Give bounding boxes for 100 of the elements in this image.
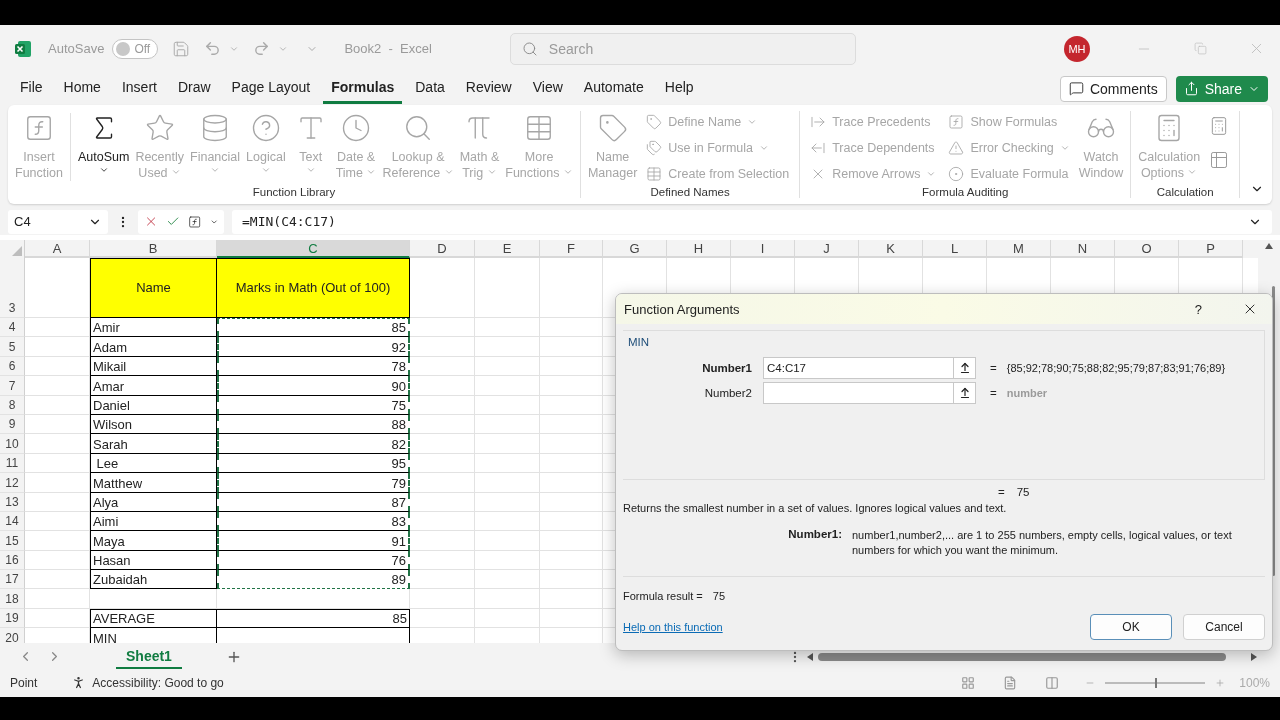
menu-tab[interactable]: File: [12, 73, 51, 104]
column-header[interactable]: J: [795, 240, 859, 258]
grid-cell[interactable]: [25, 589, 90, 609]
grid-cell[interactable]: [540, 492, 603, 512]
column-header[interactable]: N: [1051, 240, 1115, 258]
menu-tab[interactable]: View: [524, 73, 571, 104]
share-button[interactable]: Share: [1175, 75, 1268, 102]
accessibility-status[interactable]: Accessibility: Good to go: [92, 675, 224, 690]
grid-cell[interactable]: [540, 589, 603, 609]
formula-field[interactable]: =MIN(C4:C17): [232, 209, 1272, 234]
column-header[interactable]: K: [859, 240, 923, 258]
menu-tab[interactable]: Home: [55, 73, 109, 104]
scroll-right-icon[interactable]: [1250, 651, 1258, 662]
grid-cell[interactable]: [475, 337, 540, 357]
grid-cell[interactable]: [410, 550, 475, 571]
grid-cell[interactable]: [540, 318, 603, 338]
grid-cell[interactable]: [475, 356, 540, 377]
grid-cell[interactable]: [540, 473, 603, 493]
name-box[interactable]: C4: [8, 209, 108, 234]
grid-cell[interactable]: [475, 570, 540, 590]
sheet-tab[interactable]: Sheet1: [116, 644, 182, 669]
page-layout-icon[interactable]: [1003, 675, 1018, 690]
grid-cell[interactable]: [410, 608, 475, 629]
restore-icon[interactable]: [1193, 42, 1207, 55]
column-header[interactable]: H: [667, 240, 731, 258]
argument-field[interactable]: [763, 381, 976, 404]
grid-cell[interactable]: [410, 589, 475, 609]
redo-icon[interactable]: [253, 40, 271, 57]
grid-cell[interactable]: [410, 356, 475, 377]
grid-cell[interactable]: [410, 337, 475, 357]
normal-view-icon[interactable]: [961, 675, 976, 690]
grid-cell[interactable]: [540, 395, 603, 415]
grid-cell[interactable]: [410, 453, 475, 474]
grid-cell[interactable]: [475, 414, 540, 435]
grid-cell[interactable]: [410, 511, 475, 532]
grid-cell[interactable]: [540, 511, 603, 532]
grid-cell[interactable]: [540, 434, 603, 454]
grid-cell[interactable]: [475, 395, 540, 415]
scroll-up-icon[interactable]: [1264, 242, 1274, 250]
grid-cell[interactable]: [90, 589, 217, 609]
grid-cell[interactable]: [540, 356, 603, 377]
help-link[interactable]: Help on this function: [623, 621, 723, 633]
grid-cell[interactable]: [410, 570, 475, 590]
grid-cell[interactable]: [540, 376, 603, 396]
grid-cell[interactable]: [410, 395, 475, 415]
comments-button[interactable]: Comments: [1059, 75, 1167, 102]
grid-cell[interactable]: [540, 570, 603, 590]
menu-tab[interactable]: Review: [457, 73, 520, 104]
save-icon[interactable]: [172, 39, 191, 58]
undo-icon[interactable]: [204, 40, 222, 57]
column-header[interactable]: M: [987, 240, 1051, 258]
grid-cell[interactable]: [410, 318, 475, 338]
menu-tab[interactable]: Automate: [575, 73, 652, 104]
column-header[interactable]: E: [475, 240, 540, 258]
grid-cell[interactable]: [475, 473, 540, 493]
column-header[interactable]: I: [731, 240, 795, 258]
zoom-slider-thumb[interactable]: [1155, 677, 1158, 688]
grid-cell[interactable]: [475, 550, 540, 571]
grid-cell[interactable]: [475, 531, 540, 551]
argument-field[interactable]: C4:C17: [763, 356, 976, 379]
column-header[interactable]: L: [923, 240, 987, 258]
column-header[interactable]: D: [410, 240, 475, 258]
grid-cell[interactable]: [540, 608, 603, 629]
grid-cell[interactable]: [217, 589, 410, 609]
grid-cell[interactable]: [540, 531, 603, 551]
dialog-button[interactable]: Cancel: [1183, 614, 1265, 640]
zoom-in-icon[interactable]: [1215, 677, 1226, 688]
grid-cell[interactable]: [410, 434, 475, 454]
grid-cell[interactable]: [540, 453, 603, 474]
grid-cell[interactable]: [475, 258, 540, 318]
help-button[interactable]: ?: [1194, 301, 1202, 317]
grid-cell[interactable]: [410, 531, 475, 551]
page-break-icon[interactable]: [1045, 675, 1060, 690]
grid-cell[interactable]: [475, 318, 540, 338]
grid-cell[interactable]: [540, 550, 603, 571]
menu-tab[interactable]: Insert: [113, 73, 165, 104]
column-header[interactable]: A: [25, 240, 90, 258]
column-header[interactable]: O: [1115, 240, 1179, 258]
grid-cell[interactable]: [410, 473, 475, 493]
grid-cell[interactable]: [540, 337, 603, 357]
grid-cell[interactable]: [540, 258, 603, 318]
menu-tab[interactable]: Data: [407, 73, 453, 104]
grid-cell[interactable]: [540, 414, 603, 435]
grid-cell[interactable]: [410, 414, 475, 435]
menu-tab[interactable]: Page Layout: [223, 73, 319, 104]
insert-function-icon[interactable]: [188, 213, 202, 230]
account-avatar[interactable]: MH: [1064, 35, 1090, 62]
grid-cell[interactable]: [475, 376, 540, 396]
grid-cell[interactable]: [475, 492, 540, 512]
grid-cell[interactable]: [410, 492, 475, 512]
grid-cell[interactable]: [410, 258, 475, 318]
menu-tab[interactable]: Help: [656, 73, 702, 104]
grid-cell[interactable]: [475, 453, 540, 474]
column-header[interactable]: G: [603, 240, 667, 258]
horizontal-scrollbar[interactable]: [806, 650, 1258, 663]
grid-cell[interactable]: [475, 608, 540, 629]
grid-cell[interactable]: [475, 589, 540, 609]
column-header[interactable]: C: [217, 240, 410, 258]
column-header[interactable]: F: [540, 240, 603, 258]
scroll-left-icon[interactable]: [806, 651, 814, 662]
